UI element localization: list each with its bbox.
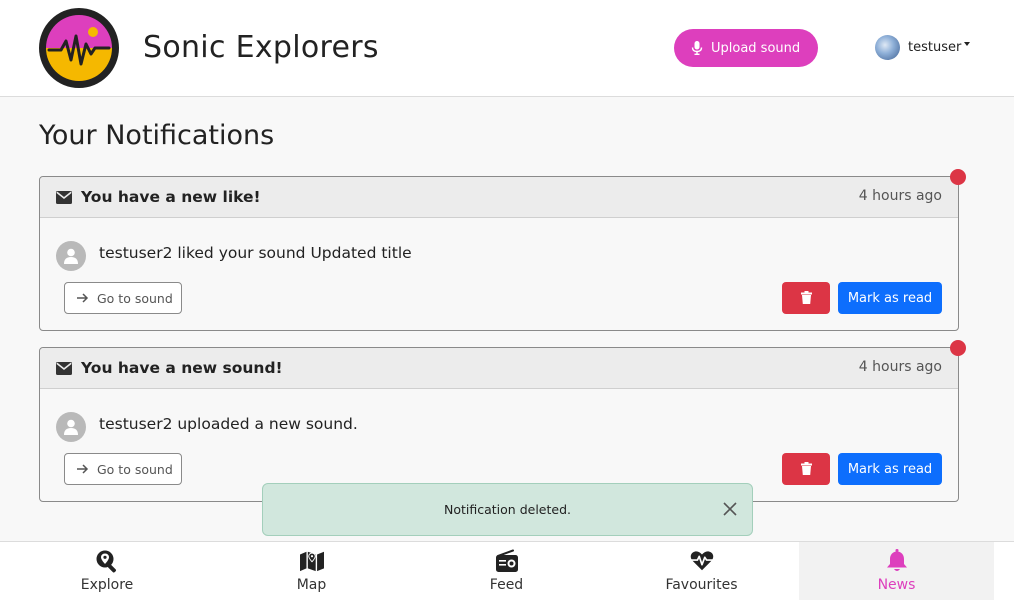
- envelope-icon: [56, 361, 72, 375]
- notification-header: You have a new sound! 4 hours ago: [40, 340, 966, 389]
- nav-item-explore[interactable]: Explore: [0, 542, 214, 600]
- search-location-icon: [95, 549, 119, 573]
- arrow-right-icon: [77, 464, 89, 474]
- notification-card: You have a new sound! 4 hours ago testus…: [39, 340, 966, 502]
- toast-notification: Notification deleted.: [262, 483, 753, 536]
- notification-card: You have a new like! 4 hours ago testuse…: [39, 169, 966, 331]
- go-to-sound-label: Go to sound: [97, 290, 173, 306]
- bottom-nav: Explore Map Feed Favourites News: [0, 541, 1014, 600]
- close-icon[interactable]: [722, 501, 738, 517]
- nav-item-news[interactable]: News: [799, 542, 994, 600]
- notification-title: You have a new sound!: [81, 359, 283, 377]
- map-icon: [299, 549, 324, 573]
- user-avatar-icon: [56, 412, 86, 442]
- delete-button[interactable]: [782, 453, 830, 485]
- trash-icon: [800, 289, 812, 308]
- toast-message: Notification deleted.: [444, 502, 571, 517]
- delete-button[interactable]: [782, 282, 830, 314]
- user-avatar: [875, 35, 900, 60]
- notification-message: testuser2 uploaded a new sound.: [99, 415, 358, 433]
- notification-header: You have a new like! 4 hours ago: [40, 169, 966, 218]
- go-to-sound-button[interactable]: Go to sound: [64, 282, 182, 314]
- nav-label: Explore: [80, 577, 134, 593]
- nav-item-map[interactable]: Map: [214, 542, 409, 600]
- unread-indicator: [950, 169, 966, 185]
- mark-as-read-button[interactable]: Mark as read: [838, 282, 942, 314]
- caret-down-icon: [964, 41, 971, 46]
- radio-icon: [495, 549, 519, 573]
- trash-icon: [800, 460, 812, 479]
- heartbeat-icon: [690, 549, 714, 573]
- upload-sound-label: Upload sound: [711, 40, 801, 56]
- microphone-icon: [691, 41, 703, 55]
- notification-message: testuser2 liked your sound Updated title: [99, 244, 412, 262]
- nav-label: Map: [296, 577, 327, 593]
- brand-name[interactable]: Sonic Explorers: [143, 30, 379, 65]
- notification-title: You have a new like!: [81, 188, 261, 206]
- upload-sound-button[interactable]: Upload sound: [674, 29, 818, 67]
- mark-as-read-button[interactable]: Mark as read: [838, 453, 942, 485]
- nav-label: Feed: [489, 577, 524, 593]
- nav-label: Favourites: [665, 577, 738, 593]
- username: testuser: [908, 40, 962, 55]
- nav-item-favourites[interactable]: Favourites: [604, 542, 799, 600]
- unread-indicator: [950, 340, 966, 356]
- top-navbar: Sonic Explorers Upload sound testuser: [0, 0, 1014, 97]
- notification-body: testuser2 uploaded a new sound.: [56, 406, 358, 442]
- notification-time: 4 hours ago: [858, 188, 942, 204]
- notification-body: testuser2 liked your sound Updated title: [56, 235, 412, 271]
- go-to-sound-label: Go to sound: [97, 461, 173, 477]
- arrow-right-icon: [77, 293, 89, 303]
- go-to-sound-button[interactable]: Go to sound: [64, 453, 182, 485]
- envelope-icon: [56, 190, 72, 204]
- user-avatar-icon: [56, 241, 86, 271]
- page-title: Your Notifications: [39, 120, 275, 151]
- nav-label: News: [877, 577, 916, 593]
- bell-icon: [885, 549, 909, 573]
- notification-time: 4 hours ago: [858, 359, 942, 375]
- logo[interactable]: [39, 8, 119, 88]
- user-menu[interactable]: testuser: [875, 35, 971, 60]
- nav-item-feed[interactable]: Feed: [409, 542, 604, 600]
